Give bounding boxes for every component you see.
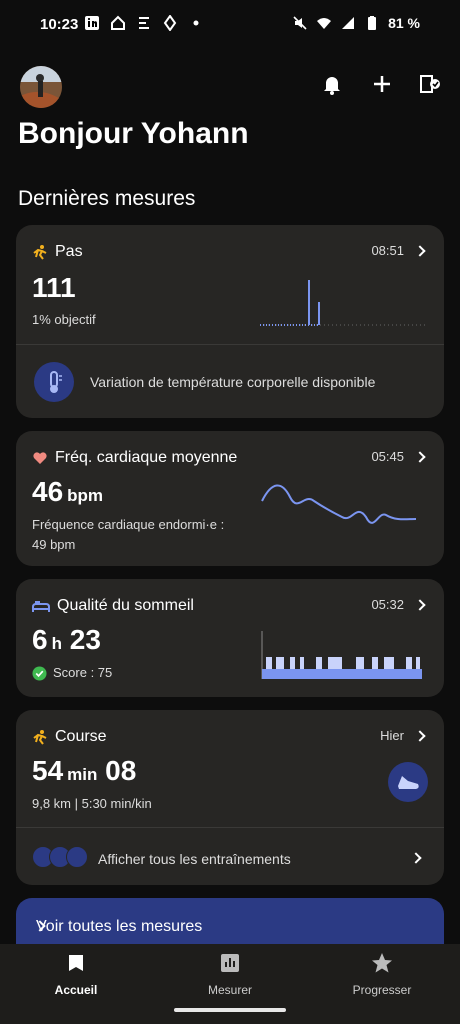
- all-measures-label: Voir toutes les mesures: [36, 918, 203, 935]
- heart-value: 46 bpm: [32, 476, 104, 507]
- notification-icons: [84, 15, 204, 31]
- run-time: Hier: [380, 728, 404, 743]
- steps-card[interactable]: Pas 08:51 111 1% objectif Variation de t…: [16, 225, 444, 418]
- heart-rate-card[interactable]: Fréq. cardiaque moyenne 05:45 46 bpm Fréq…: [16, 431, 444, 566]
- shoe-icon[interactable]: [388, 762, 428, 802]
- all-workouts-link[interactable]: Afficher tous les entraînements: [98, 849, 291, 869]
- check-circle-icon: [32, 665, 47, 681]
- signal-icon: [342, 17, 355, 29]
- run-icon: [33, 730, 47, 745]
- steps-time: 08:51: [371, 243, 404, 258]
- run-card[interactable]: Course Hier 54 min 08 9,8 km | 5:30 min/k…: [16, 710, 444, 885]
- dot-icon: [193, 20, 199, 26]
- nav-measure[interactable]: Mesurer: [180, 952, 280, 997]
- sleep-heart-rate: Fréquence cardiaque endormi·e :49 bpm: [32, 517, 225, 552]
- run-label: Course: [55, 728, 107, 745]
- bottom-nav: Accueil Mesurer Progresser: [0, 944, 460, 1024]
- app-icon: [163, 15, 177, 31]
- heart-time: 05:45: [371, 449, 404, 464]
- steps-goal: 1% objectif: [32, 312, 96, 327]
- steps-chart: [260, 280, 425, 326]
- chart-icon: [221, 954, 239, 972]
- sleep-label: Qualité du sommeil: [57, 597, 194, 614]
- sleep-duration: 6h 23: [32, 624, 101, 655]
- nav-progress[interactable]: Progresser: [332, 952, 432, 997]
- heart-label: Fréq. cardiaque moyenne: [55, 449, 238, 466]
- home-indicator[interactable]: [174, 1008, 286, 1012]
- linkedin-icon: [85, 16, 99, 30]
- sleep-time: 05:32: [371, 597, 404, 612]
- temperature-notice[interactable]: Variation de température corporelle disp…: [90, 372, 375, 392]
- steps-time-link: 08:51: [371, 243, 426, 258]
- chevron-right-icon: [414, 244, 426, 257]
- avatar[interactable]: [20, 66, 62, 108]
- run-icon: [33, 245, 47, 260]
- add-icon[interactable]: [370, 72, 394, 96]
- thermometer-icon: [34, 362, 74, 402]
- steps-title: Pas: [32, 243, 83, 261]
- chevron-right-icon: [414, 729, 426, 742]
- star-icon: [372, 953, 392, 973]
- heart-rate-chart: [261, 484, 417, 524]
- status-bar: 10:23 81 %: [0, 0, 460, 50]
- section-title: Dernières mesures: [18, 187, 196, 210]
- home-icon: [69, 955, 83, 971]
- shoe-workout-icon: [66, 846, 88, 868]
- bell-icon[interactable]: [320, 72, 344, 96]
- heart-icon: [33, 452, 47, 464]
- workout-type-icons: [32, 846, 88, 868]
- run-stats: 9,8 km | 5:30 min/kin: [32, 796, 152, 811]
- status-time: 10:23: [40, 16, 79, 33]
- sleep-card[interactable]: Qualité du sommeil 05:32 6h 23 Score : 7…: [16, 579, 444, 697]
- battery-icon: [368, 16, 377, 30]
- run-duration: 54 min 08: [32, 755, 137, 786]
- sleep-hypnogram: [261, 631, 422, 679]
- home-app-icon: [111, 15, 125, 30]
- mute-icon: [293, 16, 307, 30]
- chevron-right-icon: [410, 852, 422, 864]
- device-icon[interactable]: [418, 72, 442, 96]
- steps-label: Pas: [55, 243, 83, 260]
- nav-home[interactable]: Accueil: [26, 952, 126, 997]
- chevron-right-icon: [414, 598, 426, 611]
- bed-icon: [32, 601, 50, 612]
- sleep-score: Score : 75: [32, 663, 112, 683]
- steps-value: 111: [32, 272, 76, 303]
- chevron-right-icon: [414, 450, 426, 463]
- wifi-icon: [317, 18, 332, 29]
- strava-icon: [139, 17, 149, 29]
- greeting: Bonjour Yohann: [18, 117, 249, 150]
- battery-level: 81 %: [388, 15, 420, 31]
